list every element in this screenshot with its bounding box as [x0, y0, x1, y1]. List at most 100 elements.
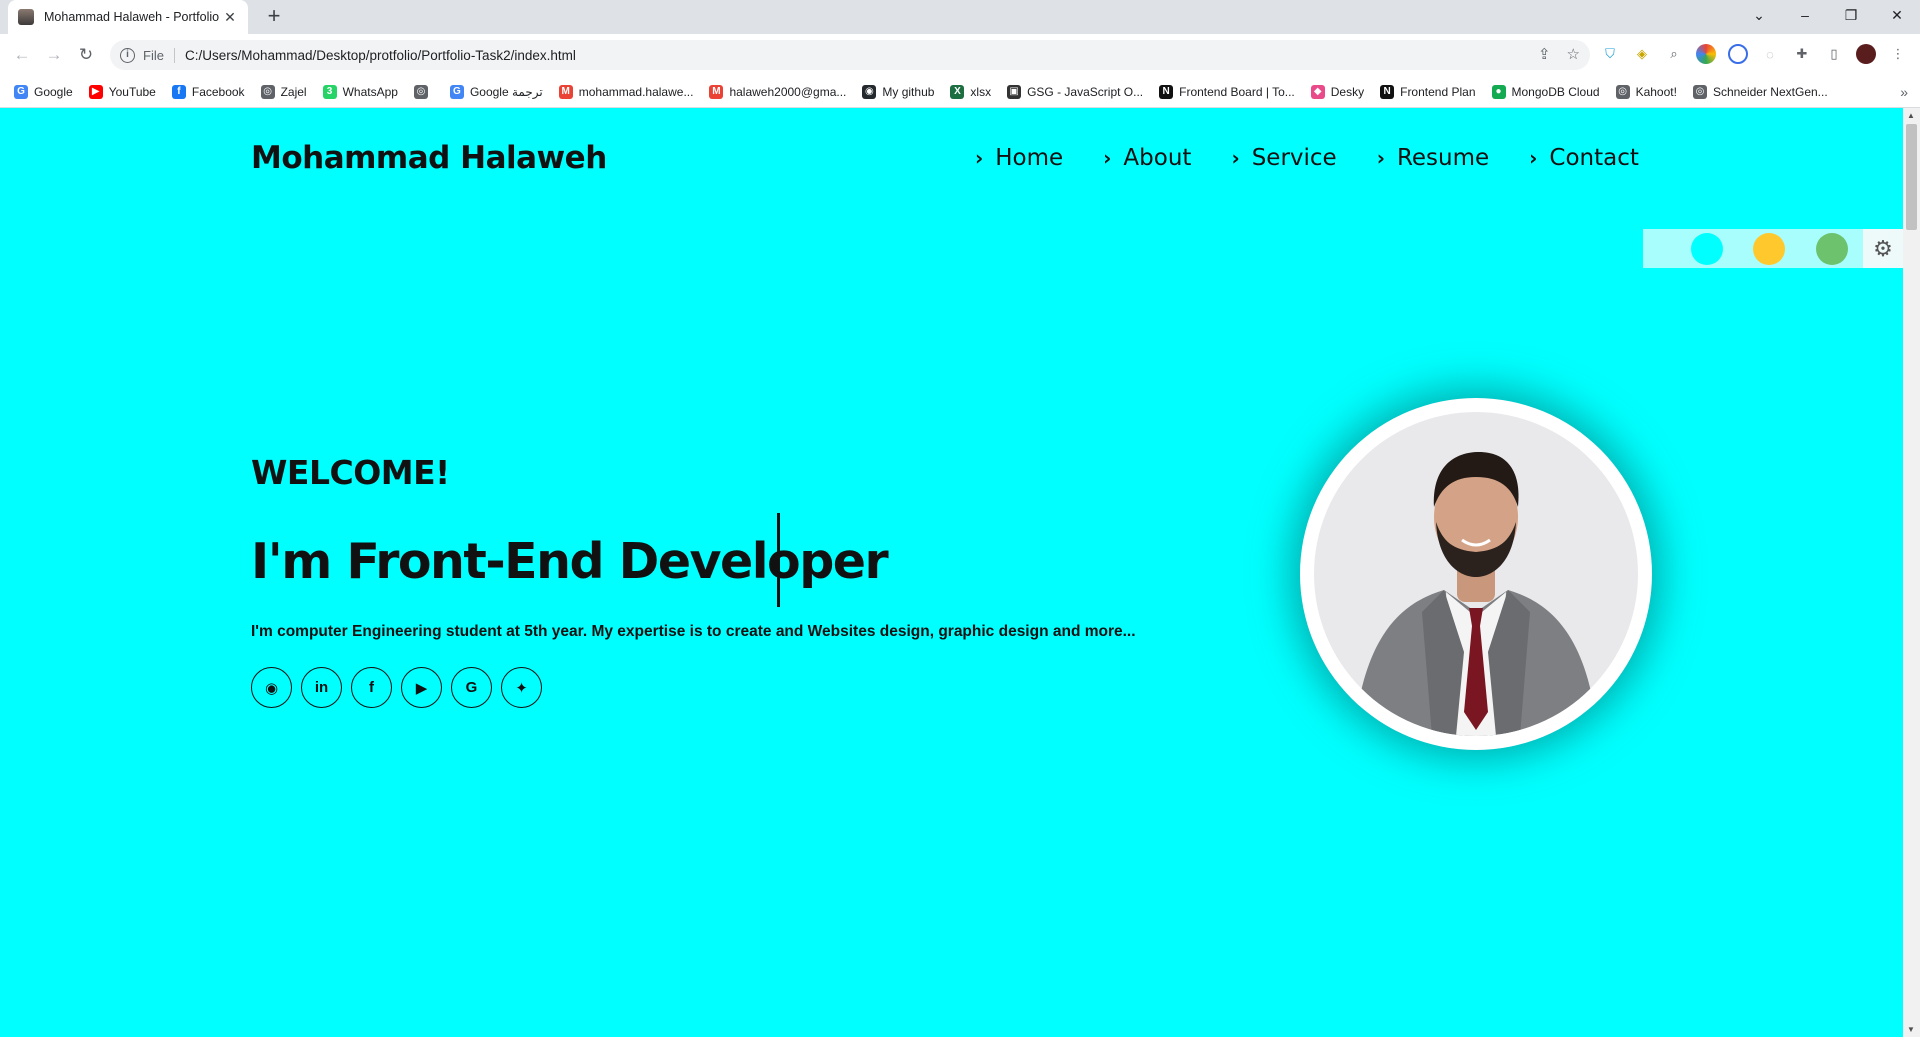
- puzzle-icon[interactable]: ✚: [1792, 44, 1812, 64]
- more-bookmarks-icon[interactable]: »: [1900, 84, 1908, 100]
- bookmark-item[interactable]: G Google: [14, 84, 73, 99]
- bookmark-star-icon[interactable]: ☆: [1567, 45, 1580, 63]
- whatsapp-icon: 3: [322, 84, 337, 99]
- extension-icon[interactable]: ◈: [1632, 44, 1652, 64]
- minimize-button[interactable]: –: [1782, 7, 1828, 23]
- reload-icon[interactable]: ↻: [70, 45, 102, 65]
- twitter-icon[interactable]: ✦: [501, 667, 542, 708]
- bookmark-item[interactable]: ◉ My github: [862, 84, 935, 99]
- bookmark-label: mohammad.halawe...: [578, 84, 694, 99]
- nav-label: About: [1123, 145, 1192, 171]
- extensions-area: ⛉ ◈ ⌕ ◌ ✚ ▯ ⋮: [1600, 44, 1908, 64]
- gear-icon[interactable]: ⚙: [1863, 229, 1903, 268]
- back-arrow-icon[interactable]: ←: [6, 45, 38, 65]
- bookmark-label: Desky: [1330, 84, 1365, 99]
- linkedin-icon[interactable]: in: [301, 667, 342, 708]
- bookmark-item[interactable]: ◎ Kahoot!: [1615, 84, 1677, 99]
- site-info-icon[interactable]: i: [120, 47, 135, 63]
- tab-close-icon[interactable]: ✕: [222, 9, 238, 26]
- contact-card-icon: ▣: [1007, 84, 1022, 99]
- facebook-icon[interactable]: f: [351, 667, 392, 708]
- extension-icon[interactable]: ◌: [1760, 44, 1780, 64]
- bookmark-item[interactable]: Mhalaweh2000@gma...: [709, 84, 846, 99]
- bookmark-item[interactable]: ▶ YouTube: [88, 84, 156, 99]
- tab-search-icon[interactable]: ⌄: [1736, 7, 1782, 24]
- person-portrait-illustration: [1354, 452, 1598, 736]
- restore-button[interactable]: ❐: [1828, 7, 1874, 24]
- address-bar[interactable]: i File C:/Users/Mohammad/Desktop/protfol…: [110, 40, 1590, 70]
- bookmark-label: YouTube: [108, 84, 156, 99]
- bookmark-item[interactable]: ● MongoDB Cloud: [1491, 84, 1600, 99]
- bookmark-label: Google: [34, 84, 73, 99]
- search-extension-icon[interactable]: ⌕: [1664, 44, 1684, 64]
- scheme-label: File: [143, 47, 175, 63]
- bookmark-item[interactable]: ◎: [413, 84, 434, 99]
- bookmark-item[interactable]: ◎ Schneider NextGen...: [1692, 84, 1828, 99]
- notion-icon: N: [1380, 84, 1395, 99]
- chevron-right-icon: ›: [1376, 146, 1385, 170]
- theme-swatch-green[interactable]: [1816, 233, 1848, 265]
- globe-icon: ◎: [260, 84, 275, 99]
- typing-caret: [777, 513, 780, 607]
- globe-icon: ◎: [413, 84, 428, 99]
- mongodb-icon: ●: [1491, 84, 1506, 99]
- url-text[interactable]: C:/Users/Mohammad/Desktop/protfolio/Port…: [185, 48, 576, 63]
- bookmark-label: WhatsApp: [342, 84, 398, 99]
- bookmark-item[interactable]: ◆ Desky: [1310, 84, 1365, 99]
- portfolio-page: Mohammad Halaweh › Home › About › Service ›…: [0, 108, 1903, 1037]
- menu-kebab-icon[interactable]: ⋮: [1888, 44, 1908, 64]
- theme-color-switcher: ⚙: [1643, 229, 1903, 268]
- nav-item-resume[interactable]: › Resume: [1377, 145, 1489, 171]
- github-icon: ◉: [862, 84, 877, 99]
- extension-icon[interactable]: [1728, 44, 1748, 64]
- browser-tab[interactable]: Mohammad Halaweh - Portfolio ✕: [8, 0, 248, 34]
- bookmark-item[interactable]: N Frontend Board | To...: [1159, 84, 1295, 99]
- page-scrollbar[interactable]: ▲ ▼: [1903, 108, 1920, 1037]
- side-panel-icon[interactable]: ▯: [1824, 44, 1844, 64]
- theme-swatch-cyan[interactable]: [1691, 233, 1723, 265]
- chevron-right-icon: ›: [1103, 146, 1112, 170]
- excel-icon: X: [950, 84, 965, 99]
- notion-icon: N: [1159, 84, 1174, 99]
- forward-arrow-icon[interactable]: →: [38, 45, 70, 65]
- youtube-icon[interactable]: ▶: [401, 667, 442, 708]
- bookmark-label: Facebook: [191, 84, 245, 99]
- nav-item-about[interactable]: › About: [1103, 145, 1191, 171]
- theme-swatch-yellow[interactable]: [1753, 233, 1785, 265]
- nav-label: Service: [1251, 145, 1337, 171]
- color-picker-extension-icon[interactable]: [1696, 44, 1716, 64]
- hero-bio: I'm computer Engineering student at 5th …: [251, 623, 1136, 640]
- nav-item-service[interactable]: › Service: [1231, 145, 1336, 171]
- bookmark-item[interactable]: ▣ GSG - JavaScript O...: [1007, 84, 1143, 99]
- bookmark-item[interactable]: Mmohammad.halawe...: [558, 84, 694, 99]
- bookmark-item[interactable]: 3 WhatsApp: [322, 84, 398, 99]
- profile-avatar[interactable]: [1856, 44, 1876, 64]
- github-icon[interactable]: ◉: [251, 667, 292, 708]
- bookmark-item[interactable]: G Google ترجمة: [449, 84, 543, 99]
- nav-label: Home: [995, 145, 1064, 171]
- translate-icon: G: [449, 84, 464, 99]
- youtube-icon: ▶: [88, 84, 103, 99]
- shield-extension-icon[interactable]: ⛉: [1600, 44, 1620, 64]
- nav-item-home[interactable]: › Home: [975, 145, 1063, 171]
- bookmark-item[interactable]: f Facebook: [171, 84, 245, 99]
- bookmark-item[interactable]: Xxlsx: [950, 84, 991, 99]
- social-links: ◉ in f ▶ G ✦: [251, 667, 542, 708]
- facebook-icon: f: [171, 84, 186, 99]
- new-tab-button[interactable]: +: [260, 5, 288, 29]
- bookmark-item[interactable]: N Frontend Plan: [1380, 84, 1476, 99]
- scroll-up-arrow-icon[interactable]: ▲: [1907, 111, 1915, 120]
- profile-photo: [1314, 412, 1638, 736]
- bookmark-label: MongoDB Cloud: [1511, 84, 1600, 99]
- site-brand[interactable]: Mohammad Halaweh: [251, 140, 607, 176]
- scrollbar-thumb[interactable]: [1906, 124, 1917, 230]
- nav-item-contact[interactable]: › Contact: [1529, 145, 1639, 171]
- welcome-heading: WELCOME!: [251, 453, 450, 492]
- bookmark-label: My github: [882, 84, 935, 99]
- share-icon[interactable]: ⇪: [1538, 45, 1551, 63]
- close-window-button[interactable]: ✕: [1874, 7, 1920, 24]
- bookmark-item[interactable]: ◎ Zajel: [260, 84, 307, 99]
- google-icon[interactable]: G: [451, 667, 492, 708]
- chevron-right-icon: ›: [975, 146, 984, 170]
- scroll-down-arrow-icon[interactable]: ▼: [1907, 1025, 1915, 1034]
